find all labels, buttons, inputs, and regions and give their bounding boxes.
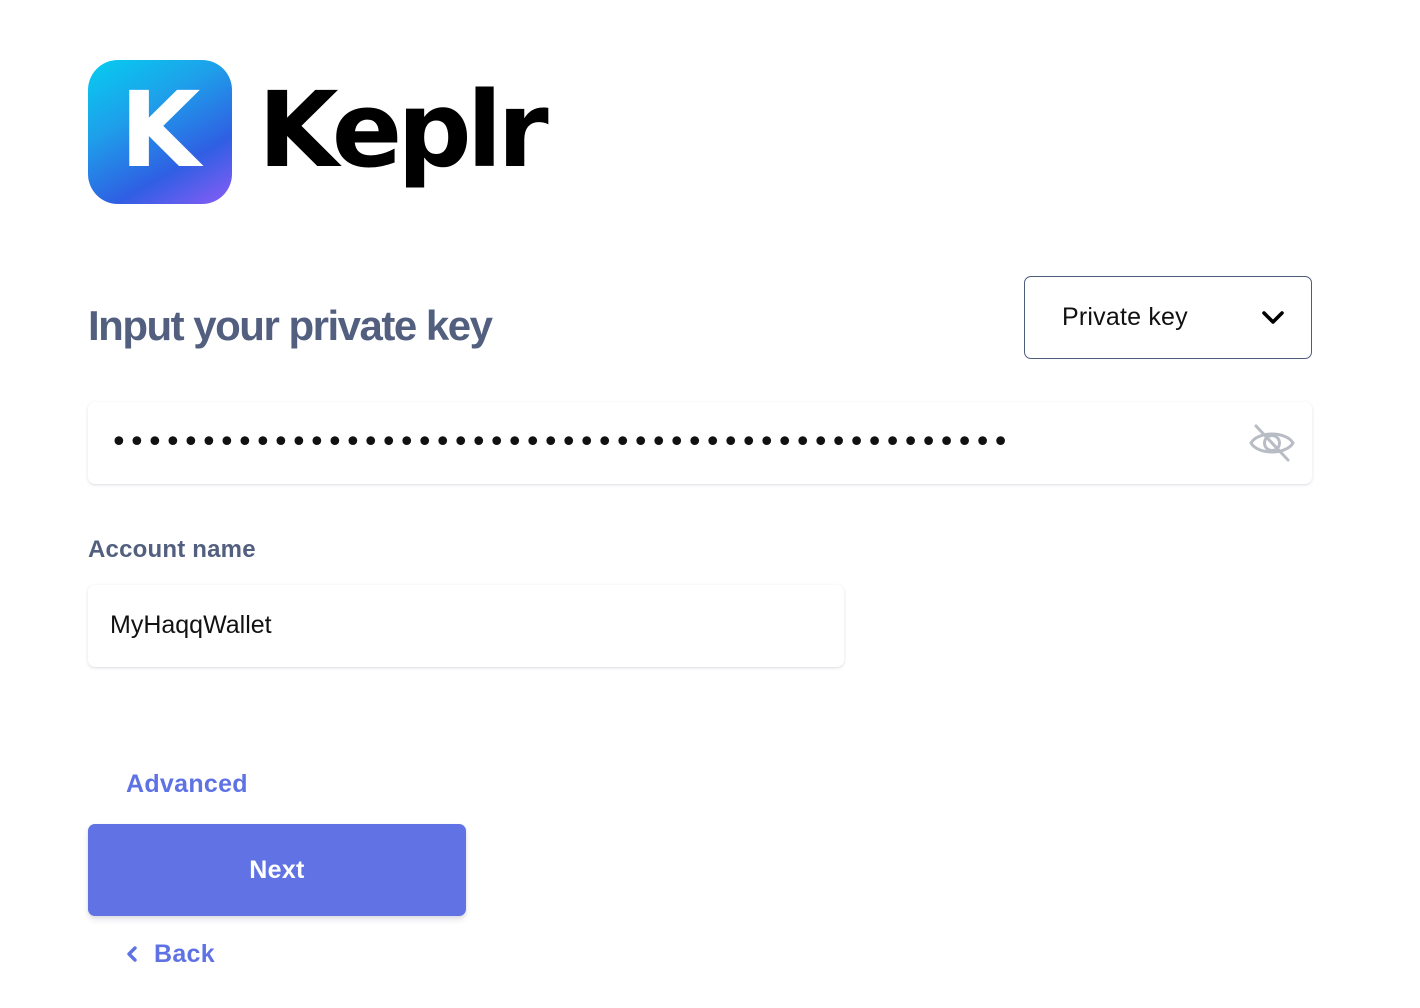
private-key-input[interactable]: ••••••••••••••••••••••••••••••••••••••••…	[88, 402, 1312, 484]
chevron-left-icon	[127, 946, 137, 962]
page-title: Input your private key	[88, 302, 493, 349]
chevron-down-icon	[1262, 311, 1284, 324]
keplr-logo-icon: K	[88, 60, 232, 204]
eye-slash-icon[interactable]	[1248, 422, 1296, 464]
brand-wordmark: Keplr	[258, 69, 549, 191]
key-type-select[interactable]: Private key	[1024, 276, 1312, 359]
back-link[interactable]: Back	[124, 938, 215, 970]
back-label: Back	[154, 939, 215, 968]
logo-letter: K	[119, 69, 201, 191]
key-type-select-value: Private key	[1062, 303, 1188, 331]
next-button[interactable]: Next	[88, 824, 466, 916]
account-name-value: MyHaqqWallet	[110, 611, 272, 639]
account-name-label: Account name	[88, 536, 256, 563]
advanced-toggle[interactable]: Advanced	[126, 770, 248, 799]
account-name-input[interactable]: MyHaqqWallet	[88, 585, 844, 667]
private-key-masked-value: ••••••••••••••••••••••••••••••••••••••••…	[110, 426, 1010, 460]
